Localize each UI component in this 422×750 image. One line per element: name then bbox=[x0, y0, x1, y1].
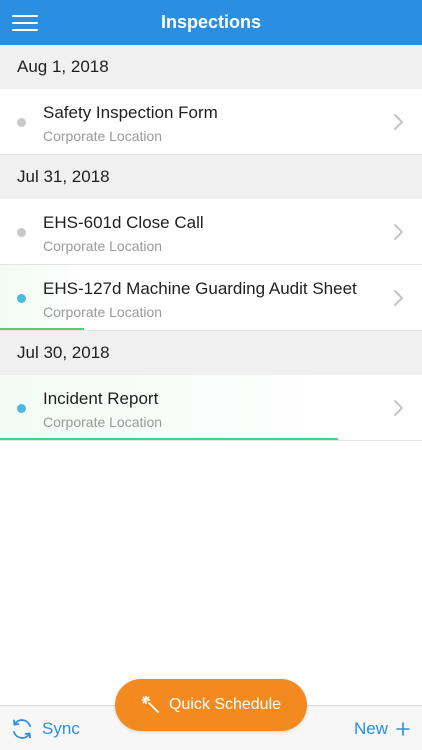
new-label: New bbox=[353, 719, 388, 738]
sync-label: Sync bbox=[42, 719, 80, 738]
inspection-location: Corporate Location bbox=[43, 304, 163, 320]
chevron-right-icon bbox=[394, 114, 403, 130]
inspection-location: Corporate Location bbox=[43, 414, 163, 430]
chevron-right-icon bbox=[394, 290, 403, 306]
quick-schedule-button[interactable]: Quick Schedule bbox=[115, 679, 307, 731]
chevron-right-icon bbox=[394, 224, 403, 240]
inspection-title: EHS-127d Machine Guarding Audit Sheet bbox=[43, 279, 357, 298]
chevron-right-icon bbox=[394, 400, 403, 416]
status-dot-icon bbox=[17, 404, 26, 413]
status-dot-icon bbox=[17, 228, 26, 237]
inspection-row[interactable]: Incident Report Corporate Location bbox=[0, 375, 422, 441]
status-dot-icon bbox=[17, 118, 26, 127]
section-date-header: Jul 31, 2018 bbox=[0, 155, 422, 199]
new-button[interactable]: New bbox=[354, 716, 410, 742]
sync-button[interactable]: Sync bbox=[10, 716, 80, 742]
page-title: Inspections bbox=[160, 12, 262, 32]
quick-schedule-label: Quick Schedule bbox=[168, 696, 282, 713]
status-dot-icon bbox=[17, 294, 26, 303]
inspection-row[interactable]: Safety Inspection Form Corporate Location bbox=[0, 89, 422, 155]
inspection-title: Safety Inspection Form bbox=[43, 103, 218, 122]
inspection-row[interactable]: EHS-601d Close Call Corporate Location bbox=[0, 199, 422, 265]
inspection-list: Aug 1, 2018 Safety Inspection Form Corpora… bbox=[0, 45, 422, 441]
progress-bar bbox=[0, 438, 338, 440]
inspection-location: Corporate Location bbox=[43, 238, 163, 254]
magic-wand-icon bbox=[141, 695, 159, 713]
progress-bar bbox=[0, 328, 85, 330]
inspection-location: Corporate Location bbox=[43, 128, 163, 144]
plus-icon bbox=[396, 722, 410, 736]
inspection-title: EHS-601d Close Call bbox=[43, 213, 204, 232]
hamburger-menu-icon[interactable] bbox=[12, 12, 38, 34]
inspection-row[interactable]: EHS-127d Machine Guarding Audit Sheet Cor… bbox=[0, 265, 422, 331]
sync-icon bbox=[13, 719, 31, 739]
section-date-header: Jul 30, 2018 bbox=[0, 331, 422, 375]
section-date-header: Aug 1, 2018 bbox=[0, 45, 422, 89]
inspection-title: Incident Report bbox=[43, 389, 159, 408]
nav-bar: Inspections bbox=[0, 0, 422, 45]
